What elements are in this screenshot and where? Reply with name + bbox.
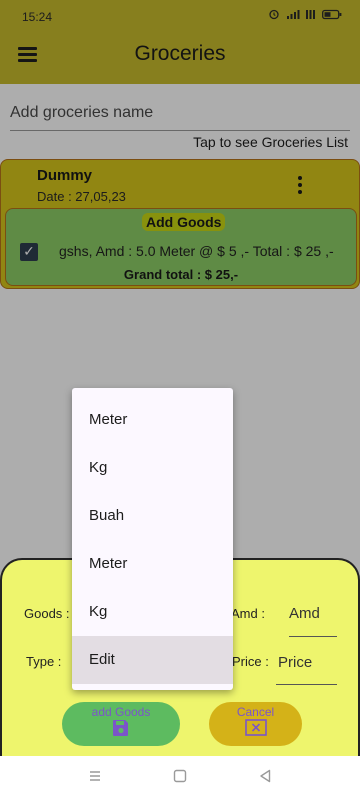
price-field[interactable]: Price xyxy=(278,654,312,671)
dropdown-item-meter[interactable]: Meter xyxy=(72,396,233,444)
dropdown-item-kg[interactable]: Kg xyxy=(72,444,233,492)
dropdown-item-kg-2[interactable]: Kg xyxy=(72,588,233,636)
goods-label: Goods : xyxy=(24,606,70,621)
dropdown-item-buah[interactable]: Buah xyxy=(72,492,233,540)
cancel-button-label: Cancel xyxy=(236,705,275,719)
home-icon[interactable] xyxy=(173,769,187,783)
system-nav-bar xyxy=(0,756,360,800)
save-icon xyxy=(113,720,128,736)
dropdown-item-edit[interactable]: Edit xyxy=(72,636,233,684)
price-underline xyxy=(276,684,337,685)
price-label: Price : xyxy=(232,654,269,669)
add-goods-button[interactable]: add Goods xyxy=(62,702,180,746)
dropdown-item-meter-2[interactable]: Meter xyxy=(72,540,233,588)
amd-field[interactable]: Amd xyxy=(289,605,320,622)
amd-underline xyxy=(289,636,337,637)
back-icon[interactable] xyxy=(258,769,272,783)
recents-icon[interactable] xyxy=(88,769,102,783)
cancel-box-icon xyxy=(244,719,267,736)
add-goods-button-label: add Goods xyxy=(91,705,151,719)
type-label: Type : xyxy=(26,654,62,669)
cancel-button[interactable]: Cancel xyxy=(209,702,302,746)
amd-label: Amd : xyxy=(231,606,265,621)
unit-dropdown-menu: Meter Kg Buah Meter Kg Edit xyxy=(72,388,233,690)
